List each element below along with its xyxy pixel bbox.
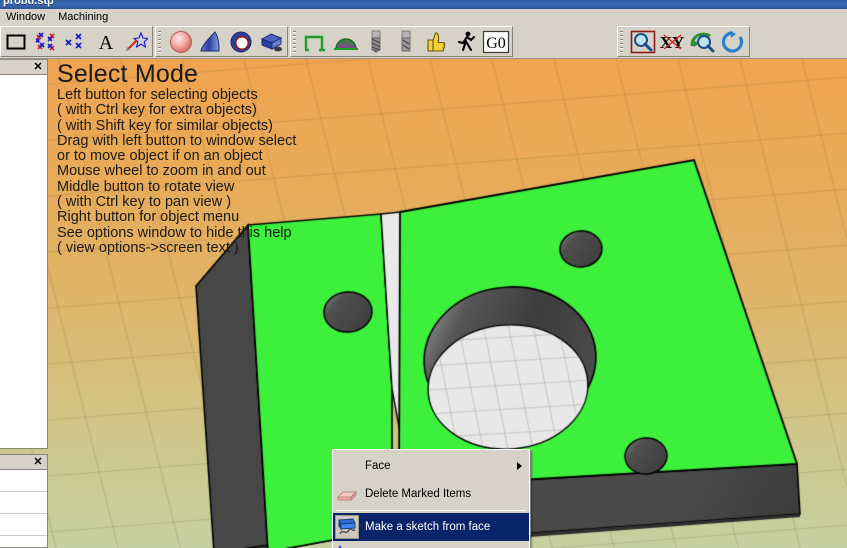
- post-process-button[interactable]: [421, 27, 451, 56]
- property-row[interactable]: [0, 470, 47, 492]
- menu-window[interactable]: Window: [0, 10, 52, 26]
- toolbar-grip[interactable]: [619, 29, 626, 54]
- run-icon: [454, 30, 478, 54]
- ctx-label: Make a sketch from face: [365, 521, 491, 533]
- toolbar-strip: A G0: [0, 26, 847, 59]
- properties-panel-body[interactable]: [0, 470, 47, 546]
- redraw-icon: [720, 30, 746, 54]
- points-icon: [34, 31, 58, 53]
- properties-panel[interactable]: ✕: [0, 454, 48, 548]
- zoom-window-button[interactable]: [628, 27, 658, 56]
- drawing-toolbar: A: [0, 26, 153, 57]
- window-title: probd.stp: [3, 0, 54, 7]
- property-row[interactable]: [0, 492, 47, 514]
- view-xy-icon: XY: [659, 30, 687, 54]
- blank-icon: [335, 454, 359, 478]
- run-button[interactable]: [451, 27, 481, 56]
- svg-text:A: A: [99, 32, 114, 53]
- machining-toolbar: G0: [290, 26, 513, 57]
- cone-icon: [198, 30, 224, 54]
- sketch-from-face-icon: [335, 515, 359, 539]
- zoom-window-icon: [630, 30, 656, 54]
- profile-button[interactable]: [301, 27, 331, 56]
- 3d-viewport[interactable]: Select Mode Left button for selecting ob…: [0, 59, 847, 548]
- drill-button[interactable]: [361, 27, 391, 56]
- thumbs-up-icon: [424, 30, 448, 54]
- close-icon[interactable]: ✕: [32, 61, 44, 73]
- profile-icon: [303, 30, 329, 54]
- title-bar: probd.stp: [0, 0, 847, 9]
- cylinder-icon: [228, 30, 254, 54]
- text-button[interactable]: A: [91, 27, 121, 56]
- text-icon: A: [95, 31, 117, 53]
- ctx-label: Face: [365, 460, 391, 472]
- object-context-menu[interactable]: Face Delete Marked Items Make a sketch f…: [332, 449, 530, 548]
- menu-bar: Window Machining: [0, 9, 847, 26]
- endmill-button[interactable]: [391, 27, 421, 56]
- ctx-item-make-coordinate-system[interactable]: Make Coordinate System: [333, 541, 529, 548]
- ctx-item-face[interactable]: Face: [333, 452, 529, 480]
- close-icon[interactable]: ✕: [32, 456, 44, 468]
- property-row[interactable]: [0, 536, 47, 548]
- point-set-icon: [64, 31, 88, 53]
- zoom-extents-icon: [690, 30, 716, 54]
- pocket-button[interactable]: [331, 27, 361, 56]
- menu-separator: [336, 510, 526, 511]
- eraser-icon: [335, 482, 359, 506]
- solid-toolbar: [155, 26, 288, 57]
- extrude-button[interactable]: [256, 27, 286, 56]
- extrude-icon: [258, 30, 284, 54]
- properties-panel-header: ✕: [0, 455, 47, 470]
- tree-panel-header: ✕: [0, 60, 47, 75]
- redraw-button[interactable]: [718, 27, 748, 56]
- star-sketch-button[interactable]: [121, 27, 151, 56]
- sphere-button[interactable]: [166, 27, 196, 56]
- g0-icon: G0: [482, 30, 510, 54]
- pocket-icon: [333, 30, 359, 54]
- zoom-extents-button[interactable]: [688, 27, 718, 56]
- tree-panel-body[interactable]: [0, 75, 47, 447]
- sphere-icon: [168, 30, 194, 54]
- g0-button[interactable]: G0: [481, 27, 511, 56]
- points-button[interactable]: [31, 27, 61, 56]
- svg-text:G0: G0: [486, 35, 506, 52]
- rectangle-button[interactable]: [1, 27, 31, 56]
- ctx-label: Delete Marked Items: [365, 488, 472, 500]
- ctx-item-make-a-sketch-from-face[interactable]: Make a sketch from face: [333, 513, 529, 541]
- ctx-item-delete-marked-items[interactable]: Delete Marked Items: [333, 480, 529, 508]
- view-xy-button[interactable]: XY: [658, 27, 688, 56]
- cone-button[interactable]: [196, 27, 226, 56]
- submenu-arrow-icon: [517, 462, 522, 470]
- toolbar-grip[interactable]: [292, 29, 299, 54]
- point-set-button[interactable]: [61, 27, 91, 56]
- view-toolbar: XY: [617, 26, 750, 57]
- toolbar-grip[interactable]: [157, 29, 164, 54]
- drill-icon: [365, 30, 387, 54]
- coordinate-system-icon: [335, 543, 359, 548]
- rectangle-icon: [5, 31, 27, 53]
- property-row[interactable]: [0, 514, 47, 536]
- star-sketch-icon: [124, 31, 148, 53]
- tree-panel[interactable]: ✕: [0, 59, 48, 449]
- menu-machining[interactable]: Machining: [52, 10, 115, 26]
- cylinder-button[interactable]: [226, 27, 256, 56]
- endmill-icon: [395, 30, 417, 54]
- application-window: probd.stp Window Machining A G0 Select M…: [0, 0, 847, 548]
